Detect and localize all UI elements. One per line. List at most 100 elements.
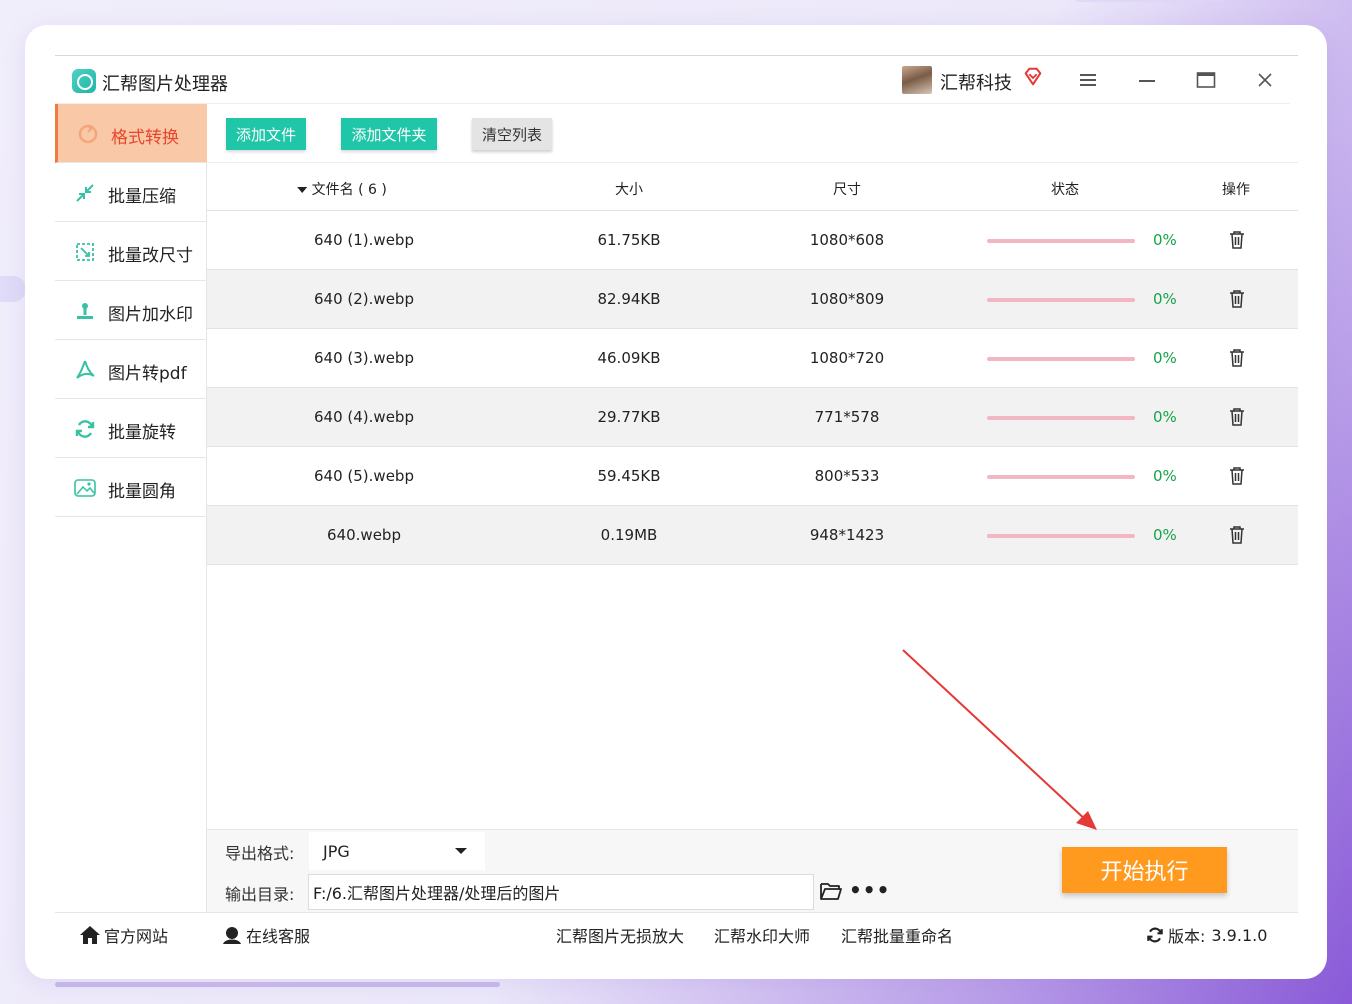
format-convert-icon xyxy=(78,124,98,144)
sidebar-item-watermark[interactable]: 图片加水印 xyxy=(55,281,207,340)
official-website-link[interactable]: 官方网站 xyxy=(79,923,168,947)
output-path-input[interactable] xyxy=(308,874,814,910)
background-blob xyxy=(1070,0,1230,2)
progress-percent: 0% xyxy=(1153,526,1177,544)
table-row[interactable]: 640 (4).webp 29.77KB 771*578 0% xyxy=(207,388,1298,447)
file-size: 0.19MB xyxy=(600,526,658,544)
file-name: 640 (3).webp xyxy=(314,349,414,367)
maximize-icon[interactable] xyxy=(1194,68,1218,92)
app-title: 汇帮图片处理器 xyxy=(102,74,228,95)
sidebar-item-format-convert[interactable]: 格式转换 xyxy=(55,104,207,163)
progress-bar xyxy=(987,357,1135,361)
online-support-link[interactable]: 在线客服 xyxy=(221,923,310,947)
refresh-icon xyxy=(1147,927,1163,943)
table-header: 文件名 ( 6 ) 大小 尺寸 状态 操作 xyxy=(207,163,1298,211)
clear-list-button[interactable]: 清空列表 xyxy=(472,118,552,150)
sidebar-item-label: 图片加水印 xyxy=(108,305,193,325)
file-name: 640 (1).webp xyxy=(314,231,414,249)
table-row[interactable]: 640 (2).webp 82.94KB 1080*809 0% xyxy=(207,270,1298,329)
file-name: 640.webp xyxy=(327,526,401,544)
sidebar-item-resize[interactable]: 批量改尺寸 xyxy=(55,222,207,281)
delete-icon[interactable] xyxy=(1228,289,1246,309)
sidebar-item-label: 批量圆角 xyxy=(108,482,176,502)
online-support-label: 在线客服 xyxy=(246,927,311,946)
version-label: 版本: xyxy=(1168,927,1206,946)
pdf-icon xyxy=(76,360,95,379)
file-size: 59.45KB xyxy=(597,467,661,485)
more-options-icon[interactable]: ••• xyxy=(849,878,890,902)
file-name: 640 (4).webp xyxy=(314,408,414,426)
progress-percent: 0% xyxy=(1153,290,1177,308)
file-size: 82.94KB xyxy=(597,290,661,308)
footer-link-rename[interactable]: 汇帮批量重命名 xyxy=(841,923,953,947)
folder-open-icon[interactable] xyxy=(819,880,843,902)
version-info[interactable]: 版本: 3.9.1.0 xyxy=(1145,923,1267,947)
app-logo-icon xyxy=(72,69,96,93)
app-window: 汇帮图片处理器 汇帮科技 格式转换 批量压缩 批量改尺寸 图片加水印 图片转pd… xyxy=(55,55,1298,951)
file-dimensions: 1080*608 xyxy=(809,231,885,249)
delete-icon[interactable] xyxy=(1228,348,1246,368)
compress-icon xyxy=(76,184,94,202)
header-size: 大小 xyxy=(615,182,643,198)
format-label: 导出格式: xyxy=(225,844,295,863)
add-file-button[interactable]: 添加文件 xyxy=(226,118,306,150)
chevron-down-icon xyxy=(455,848,467,854)
header-filename[interactable]: 文件名 ( 6 ) xyxy=(297,179,387,199)
header-dimensions: 尺寸 xyxy=(833,182,861,198)
file-dimensions: 771*578 xyxy=(814,408,880,426)
sidebar-item-pdf[interactable]: 图片转pdf xyxy=(55,340,207,399)
version-number: 3.9.1.0 xyxy=(1211,925,1268,945)
progress-percent: 0% xyxy=(1153,408,1177,426)
footer-link-upscale[interactable]: 汇帮图片无损放大 xyxy=(556,923,684,947)
horizontal-scrollbar[interactable] xyxy=(55,982,500,987)
support-agent-icon xyxy=(223,925,241,944)
sort-down-icon xyxy=(297,187,308,193)
sidebar-item-compress[interactable]: 批量压缩 xyxy=(55,163,207,222)
file-size: 46.09KB xyxy=(597,349,661,367)
watermark-icon xyxy=(77,303,93,319)
progress-bar xyxy=(987,416,1135,420)
background-blob xyxy=(0,276,26,302)
progress-bar xyxy=(987,475,1135,479)
progress-bar xyxy=(987,534,1135,538)
delete-icon[interactable] xyxy=(1228,525,1246,545)
delete-icon[interactable] xyxy=(1228,466,1246,486)
toolbar: 添加文件 添加文件夹 清空列表 xyxy=(207,104,1298,163)
progress-percent: 0% xyxy=(1153,349,1177,367)
add-folder-button[interactable]: 添加文件夹 xyxy=(341,118,437,150)
start-button[interactable]: 开始执行 xyxy=(1062,847,1227,893)
format-value: JPG xyxy=(323,841,350,861)
progress-percent: 0% xyxy=(1153,467,1177,485)
table-row[interactable]: 640 (5).webp 59.45KB 800*533 0% xyxy=(207,447,1298,506)
sidebar-item-round-corner[interactable]: 批量圆角 xyxy=(55,458,207,517)
round-corner-icon xyxy=(74,479,96,497)
delete-icon[interactable] xyxy=(1228,407,1246,427)
header-filename-label: 文件名 ( 6 ) xyxy=(311,182,387,198)
resize-icon xyxy=(76,243,94,261)
file-table: 文件名 ( 6 ) 大小 尺寸 状态 操作 640 (1).webp 61.75… xyxy=(207,163,1298,565)
table-row[interactable]: 640 (3).webp 46.09KB 1080*720 0% xyxy=(207,329,1298,388)
title-bar: 汇帮图片处理器 汇帮科技 xyxy=(55,56,1290,104)
user-avatar[interactable] xyxy=(902,66,932,94)
output-settings: 导出格式: JPG 输出目录: ••• 开始执行 xyxy=(207,829,1298,912)
progress-bar xyxy=(987,239,1135,243)
close-icon[interactable] xyxy=(1253,68,1277,92)
sidebar-item-label: 批量压缩 xyxy=(108,187,176,207)
table-row[interactable]: 640.webp 0.19MB 948*1423 0% xyxy=(207,506,1298,565)
minimize-icon[interactable] xyxy=(1135,68,1159,92)
sidebar-item-label: 格式转换 xyxy=(111,128,179,148)
output-label: 输出目录: xyxy=(225,885,295,904)
menu-icon[interactable] xyxy=(1076,68,1100,92)
sidebar-item-label: 图片转pdf xyxy=(108,364,187,384)
vip-diamond-icon[interactable] xyxy=(1022,66,1044,88)
footer-link-watermark[interactable]: 汇帮水印大师 xyxy=(714,923,810,947)
file-dimensions: 1080*720 xyxy=(809,349,885,367)
rotate-icon xyxy=(75,420,95,438)
file-dimensions: 1080*809 xyxy=(809,290,885,308)
delete-icon[interactable] xyxy=(1228,230,1246,250)
file-size: 29.77KB xyxy=(597,408,661,426)
user-name[interactable]: 汇帮科技 xyxy=(940,69,1012,95)
table-row[interactable]: 640 (1).webp 61.75KB 1080*608 0% xyxy=(207,211,1298,270)
sidebar-item-rotate[interactable]: 批量旋转 xyxy=(55,399,207,458)
format-select[interactable]: JPG xyxy=(309,832,485,870)
